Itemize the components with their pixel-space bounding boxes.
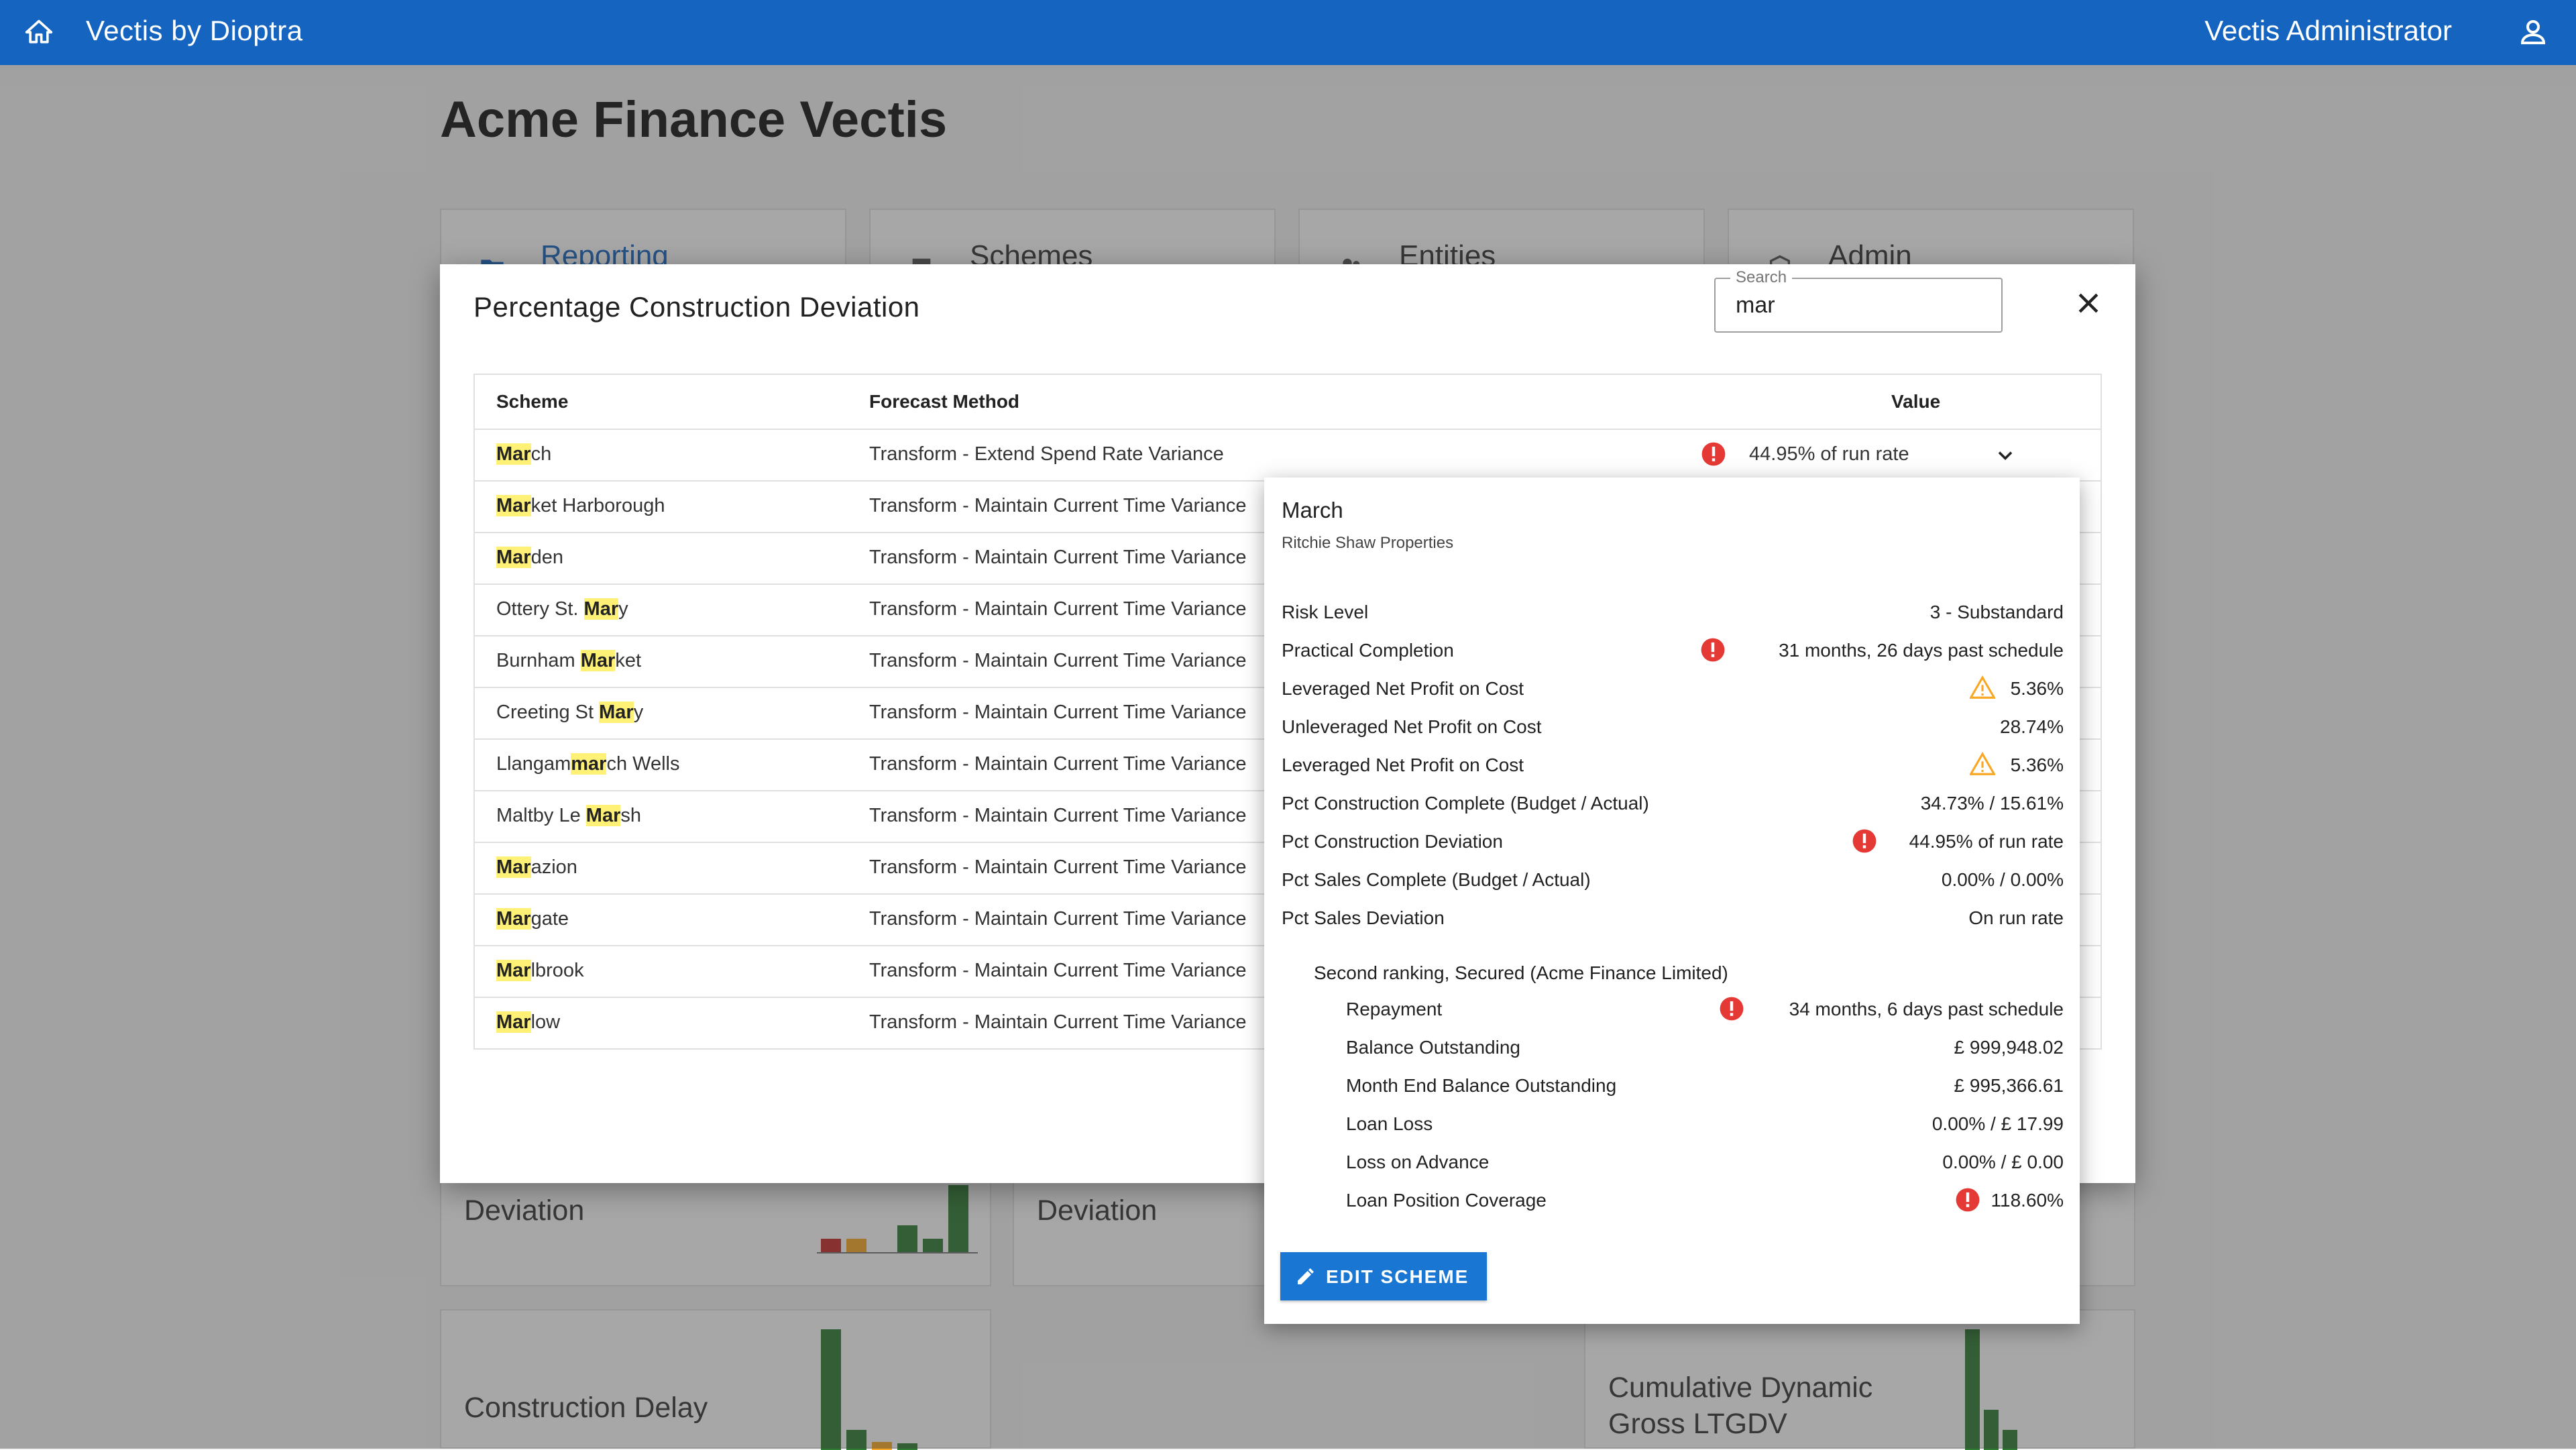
scheme-name[interactable]: Ottery St. Mary	[496, 598, 628, 620]
alert-icon	[1956, 1188, 1980, 1212]
scheme-name[interactable]: Creeting St Mary	[496, 702, 643, 724]
scheme-name[interactable]: Maltby Le Marsh	[496, 805, 641, 827]
forecast-method: Transform - Maintain Current Time Varian…	[869, 753, 1247, 775]
search-highlight: Mar	[496, 547, 531, 568]
search-highlight: Mar	[580, 650, 616, 671]
scheme-name[interactable]: Llangammarch Wells	[496, 753, 680, 775]
metric-leveraged-npc-2: Leveraged Net Profit on Cost 5.36%	[1282, 749, 2064, 779]
forecast-method: Transform - Maintain Current Time Varian…	[869, 960, 1247, 981]
close-icon[interactable]	[2074, 288, 2103, 318]
scheme-name[interactable]: March	[496, 443, 551, 465]
loan-metric-repayment: Repayment 34 months, 6 days past schedul…	[1346, 993, 2064, 1023]
search-highlight: Mar	[496, 960, 531, 981]
search-highlight: mar	[571, 753, 607, 775]
column-header-forecast-method[interactable]: Forecast Method	[869, 391, 1019, 412]
scheme-name[interactable]: Marazion	[496, 856, 577, 879]
metric-pct-construction-deviation: Pct Construction Deviation 44.95% of run…	[1282, 826, 2064, 855]
metric-pct-sales-complete: Pct Sales Complete (Budget / Actual) 0.00…	[1282, 869, 2064, 890]
loan-metric-loan-loss: Loan Loss 0.00% / £ 17.99	[1346, 1113, 2064, 1134]
account-icon[interactable]	[2517, 16, 2549, 48]
forecast-method: Transform - Maintain Current Time Varian…	[869, 650, 1247, 671]
loan-group-label: Second ranking, Secured (Acme Finance Li…	[1314, 962, 1728, 983]
search-highlight: Mar	[583, 598, 619, 620]
search-highlight: Mar	[585, 805, 621, 826]
table-header: Scheme Forecast Method Value	[475, 375, 2101, 430]
search-highlight: Mar	[496, 908, 531, 930]
scheme-name[interactable]: Burnham Market	[496, 650, 641, 672]
alert-icon	[1852, 829, 1877, 853]
scheme-name[interactable]: Marden	[496, 547, 563, 569]
loan-metric-position-coverage: Loan Position Coverage 118.60%	[1346, 1184, 2064, 1214]
scheme-entity: Ritchie Shaw Properties	[1282, 534, 1454, 552]
pencil-icon	[1298, 1268, 1314, 1284]
forecast-method: Transform - Maintain Current Time Varian…	[869, 908, 1247, 930]
top-app-bar: Vectis by Dioptra Vectis Administrator	[0, 0, 2576, 65]
search-highlight: Mar	[599, 702, 634, 723]
app-brand[interactable]: Vectis by Dioptra	[86, 15, 303, 47]
column-header-scheme[interactable]: Scheme	[496, 391, 568, 412]
search-highlight: Mar	[496, 1011, 531, 1033]
search-highlight: Mar	[496, 856, 531, 878]
scheme-name[interactable]: Market Harborough	[496, 495, 665, 517]
forecast-method: Transform - Maintain Current Time Varian…	[869, 702, 1247, 723]
forecast-method: Transform - Maintain Current Time Varian…	[869, 598, 1247, 620]
forecast-method: Transform - Maintain Current Time Varian…	[869, 805, 1247, 826]
loan-metric-loss-on-advance: Loss on Advance 0.00% / £ 0.00	[1346, 1152, 2064, 1172]
search-legend: Search	[1730, 268, 1793, 287]
table-row[interactable]: March Transform - Extend Spend Rate Vari…	[475, 430, 2101, 482]
warning-icon	[1970, 675, 1995, 699]
column-header-value[interactable]: Value	[1891, 391, 1940, 412]
metric-leveraged-npc: Leveraged Net Profit on Cost 5.36%	[1282, 673, 2064, 702]
chevron-down-icon[interactable]	[1993, 443, 2017, 467]
forecast-method: Transform - Maintain Current Time Varian…	[869, 495, 1247, 516]
metric-practical-completion: Practical Completion 31 months, 26 days …	[1282, 634, 2064, 664]
search-highlight: Mar	[496, 495, 531, 516]
alert-icon	[1720, 997, 1744, 1021]
warning-icon	[1970, 752, 1995, 775]
scheme-name[interactable]: Marlow	[496, 1011, 560, 1034]
deviation-value: 44.95% of run rate	[1749, 443, 1909, 465]
forecast-method: Transform - Maintain Current Time Varian…	[869, 547, 1247, 568]
edit-scheme-button[interactable]: EDIT SCHEME	[1280, 1252, 1487, 1300]
home-icon[interactable]	[24, 17, 54, 47]
forecast-method: Transform - Maintain Current Time Varian…	[869, 856, 1247, 878]
metric-pct-sales-deviation: Pct Sales Deviation On run rate	[1282, 907, 2064, 928]
metric-risk-level: Risk Level 3 - Substandard	[1282, 602, 2064, 622]
scheme-title: March	[1282, 498, 1343, 522]
search-input[interactable]	[1736, 290, 1984, 321]
search-highlight: Mar	[496, 443, 531, 465]
scheme-detail-popover: March Ritchie Shaw Properties Risk Level…	[1264, 478, 2080, 1324]
alert-icon	[1701, 638, 1725, 662]
loan-metric-month-end-balance: Month End Balance Outstanding £ 995,366.6…	[1346, 1075, 2064, 1096]
scheme-name[interactable]: Margate	[496, 908, 569, 930]
scheme-name[interactable]: Marlbrook	[496, 960, 584, 982]
forecast-method: Transform - Extend Spend Rate Variance	[869, 443, 1224, 465]
alert-icon	[1701, 442, 1726, 466]
search-field[interactable]: Search	[1714, 268, 2003, 333]
forecast-method: Transform - Maintain Current Time Varian…	[869, 1011, 1247, 1033]
metric-pct-construction-complete: Pct Construction Complete (Budget / Actu…	[1282, 793, 2064, 814]
dialog-title: Percentage Construction Deviation	[473, 291, 920, 323]
edit-scheme-label: EDIT SCHEME	[1326, 1266, 1469, 1287]
user-name[interactable]: Vectis Administrator	[2204, 15, 2452, 47]
loan-metric-balance-outstanding: Balance Outstanding £ 999,948.02	[1346, 1037, 2064, 1058]
metric-unleveraged-npc: Unleveraged Net Profit on Cost 28.74%	[1282, 716, 2064, 737]
